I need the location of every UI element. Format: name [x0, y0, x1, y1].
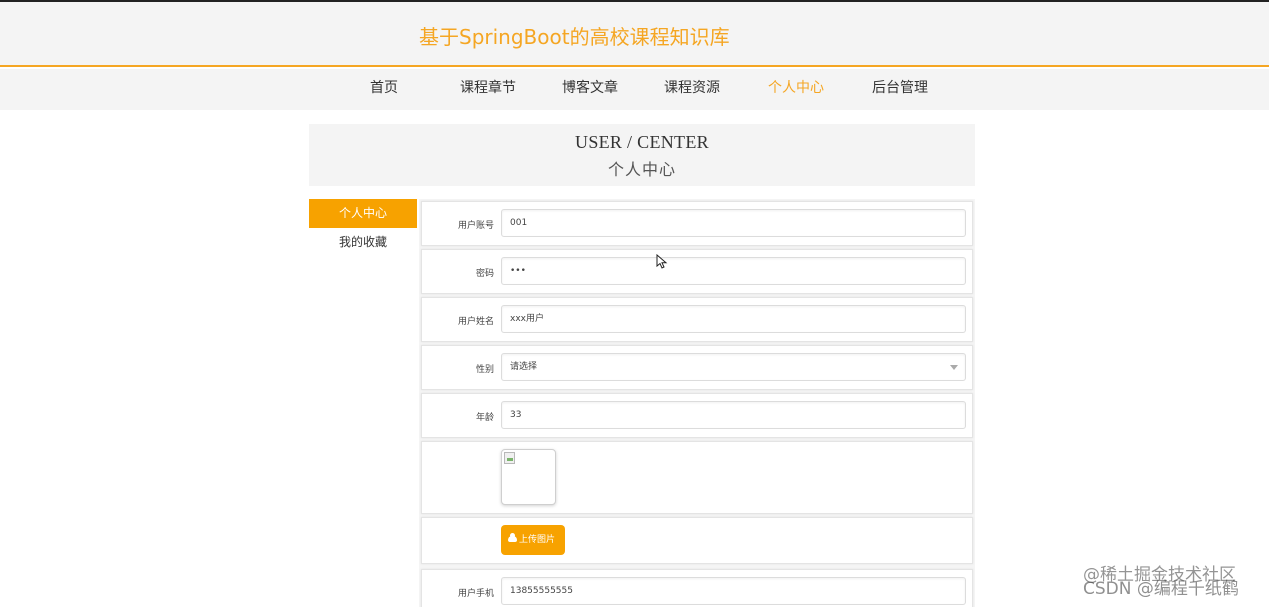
age-input[interactable]: 33	[501, 401, 966, 429]
nav-item-admin[interactable]: 后台管理	[872, 69, 928, 110]
password-input[interactable]: •••	[501, 257, 966, 285]
nav-item-course-chapters[interactable]: 课程章节	[460, 69, 516, 110]
nav-item-home[interactable]: 首页	[370, 69, 398, 110]
name-label: 用户姓名	[457, 317, 494, 327]
gender-select[interactable]: 请选择	[501, 353, 966, 381]
watermark-csdn: CSDN @编程千纸鹤	[1083, 579, 1239, 599]
sidebar-item-favorites[interactable]: 我的收藏	[309, 228, 417, 257]
phone-label: 用户手机	[457, 589, 494, 599]
name-input[interactable]: xxx用户	[501, 305, 966, 333]
form-row-account: 用户账号 001	[421, 201, 973, 246]
sidebar-item-user-center[interactable]: 个人中心	[309, 199, 417, 228]
nav-item-user-center[interactable]: 个人中心	[768, 69, 824, 110]
form-row-gender: 性别 请选择	[421, 345, 973, 390]
form-row-name: 用户姓名 xxx用户	[421, 297, 973, 342]
site-title: 基于SpringBoot的高校课程知识库	[419, 25, 730, 49]
upload-image-button-label: 上传图片	[519, 535, 556, 545]
gender-label: 性别	[475, 365, 494, 375]
account-label: 用户账号	[457, 221, 494, 231]
password-label: 密码	[475, 269, 494, 279]
upload-image-button[interactable]: 上传图片	[501, 525, 565, 555]
nav-item-blog-articles[interactable]: 博客文章	[562, 69, 618, 110]
mouse-pointer-icon	[656, 254, 668, 269]
form-row-password: 密码 •••	[421, 249, 973, 294]
nav-item-course-resources[interactable]: 课程资源	[664, 69, 720, 110]
form-row-age: 年龄 33	[421, 393, 973, 438]
main-nav: 首页 课程章节 博客文章 课程资源 个人中心 后台管理	[0, 69, 1269, 110]
site-header: 基于SpringBoot的高校课程知识库	[0, 2, 1269, 67]
banner-title-cn: 个人中心	[607, 160, 676, 179]
form-row-upload: 上传图片	[421, 517, 973, 564]
banner-title-en: USER / CENTER	[575, 132, 709, 152]
gender-select-placeholder: 请选择	[510, 362, 538, 372]
account-input[interactable]: 001	[501, 209, 966, 237]
broken-image-icon	[504, 452, 515, 464]
profile-form: 用户账号 001 密码 ••• 用户姓名 xxx用户 性别 请选择 年龄 33 …	[419, 199, 975, 607]
avatar-preview[interactable]	[501, 449, 556, 505]
chevron-down-icon	[950, 365, 958, 370]
page-banner: USER / CENTER 个人中心	[309, 124, 975, 186]
phone-input[interactable]: 13855555555	[501, 577, 966, 605]
form-row-phone: 用户手机 13855555555	[421, 569, 973, 607]
form-row-avatar	[421, 441, 973, 514]
sidebar: 个人中心 我的收藏	[309, 199, 417, 607]
cloud-upload-icon	[508, 533, 517, 542]
age-label: 年龄	[475, 413, 494, 423]
